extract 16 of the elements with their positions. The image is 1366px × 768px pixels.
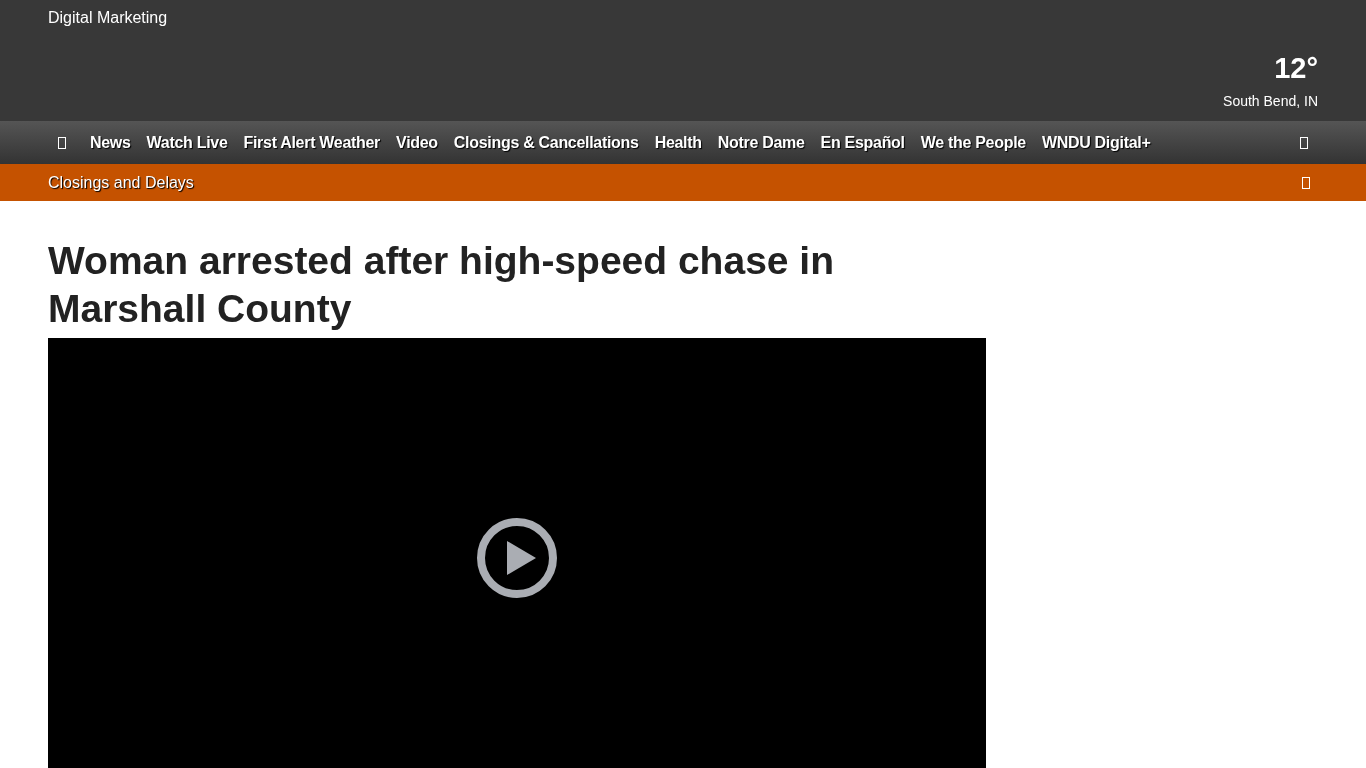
nav-link[interactable]: First Alert Weather (243, 130, 381, 155)
play-icon[interactable] (476, 517, 558, 600)
alert-link[interactable]: Closings and Delays (48, 170, 194, 195)
nav-link[interactable]: En Español (820, 130, 905, 155)
temperature: 12° (1274, 54, 1318, 83)
nav-link[interactable]: News (90, 130, 131, 155)
nav-link[interactable]: Health (654, 130, 702, 155)
nav-link[interactable]: Notre Dame (717, 130, 805, 155)
location-label: South Bend, IN (1223, 92, 1318, 111)
site-label: Digital Marketing (48, 8, 168, 28)
article-headline: Woman arrested after high-speed chase in Marshall County (48, 238, 835, 332)
nav-link[interactable]: Watch Live (146, 130, 228, 155)
nav-link[interactable]: Closings & Cancellations (453, 130, 639, 155)
nav-link[interactable]: Video (396, 130, 438, 155)
nav-link[interactable]: We the People (920, 130, 1026, 155)
nav-link[interactable]: WNDU Digital+ (1041, 130, 1151, 155)
